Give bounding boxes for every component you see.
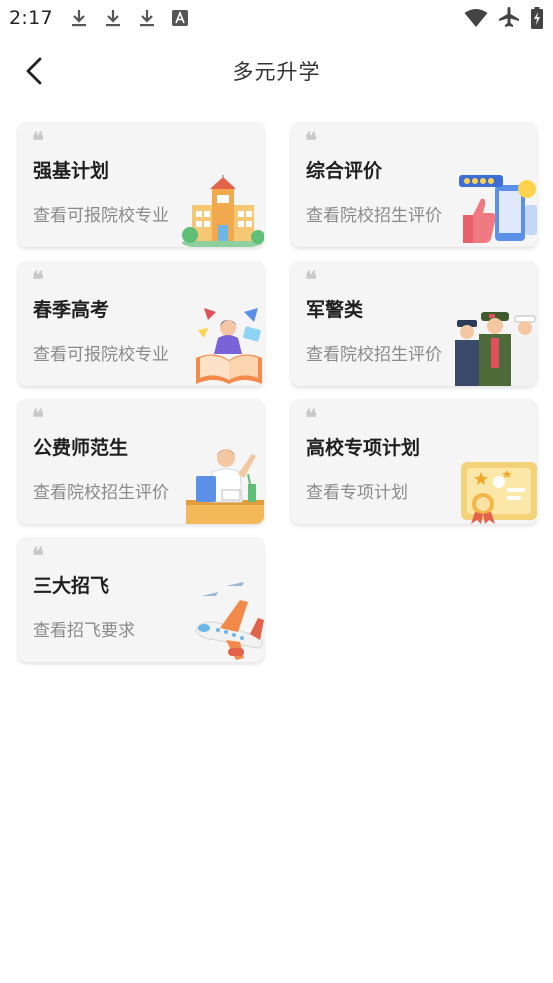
- quote-icon: ❝: [32, 128, 44, 154]
- battery-charging-icon: [531, 7, 543, 29]
- download-icon: [72, 10, 86, 27]
- card-pilot-recruitment[interactable]: ❝ 三大招飞 查看招飞要求: [18, 537, 264, 662]
- card-spring-exam[interactable]: ❝ 春季高考 查看可报院校专业: [18, 261, 264, 386]
- card-subtitle: 查看招飞要求: [33, 621, 135, 641]
- download-icon: [106, 10, 120, 27]
- app-header: 多元升学: [0, 38, 553, 102]
- card-title: 高校专项计划: [306, 437, 421, 459]
- card-title: 春季高考: [33, 299, 110, 321]
- card-title: 军警类: [306, 299, 364, 321]
- thumbs-up-rating-illustration: [459, 175, 537, 243]
- card-subtitle: 查看专项计划: [306, 483, 408, 503]
- card-title: 公费师范生: [33, 437, 129, 459]
- card-subtitle: 查看可报院校专业: [33, 345, 169, 365]
- text-a-icon: [172, 10, 188, 26]
- quote-icon: ❝: [32, 543, 44, 569]
- soldiers-police-illustration: [455, 312, 537, 386]
- card-title: 强基计划: [33, 160, 110, 182]
- student-reading-book-illustration: [196, 308, 262, 384]
- page-title: 多元升学: [232, 60, 321, 84]
- card-university-special-plan[interactable]: ❝ 高校专项计划 查看专项计划: [291, 399, 537, 524]
- card-subtitle: 查看院校招生评价: [306, 206, 442, 226]
- airplane-illustration: [195, 582, 264, 660]
- quote-icon: ❝: [32, 405, 44, 431]
- quote-icon: ❝: [32, 267, 44, 293]
- status-bar: 2:17: [0, 0, 553, 38]
- quote-icon: ❝: [305, 128, 317, 154]
- card-subtitle: 查看院校招生评价: [306, 345, 442, 365]
- card-military-police[interactable]: ❝ 军警类 查看院校招生评价: [291, 261, 537, 386]
- card-title: 三大招飞: [33, 575, 110, 597]
- teacher-at-desk-illustration: [186, 449, 264, 524]
- card-public-normal-student[interactable]: ❝ 公费师范生 查看院校招生评价: [18, 399, 264, 524]
- quote-icon: ❝: [305, 267, 317, 293]
- card-subtitle: 查看院校招生评价: [33, 483, 169, 503]
- download-icon: [140, 10, 154, 27]
- card-subtitle: 查看可报院校专业: [33, 206, 169, 226]
- card-title: 综合评价: [306, 160, 383, 182]
- wifi-icon: [464, 9, 488, 27]
- certificate-illustration: [461, 462, 537, 524]
- status-time: 2:17: [9, 7, 53, 29]
- airplane-mode-icon: [499, 7, 519, 27]
- school-building-illustration: [182, 175, 264, 247]
- card-qiangji-plan[interactable]: ❝ 强基计划 查看可报院校专业: [18, 122, 264, 247]
- quote-icon: ❝: [305, 405, 317, 431]
- card-comprehensive-evaluation[interactable]: ❝ 综合评价 查看院校招生评价: [291, 122, 537, 247]
